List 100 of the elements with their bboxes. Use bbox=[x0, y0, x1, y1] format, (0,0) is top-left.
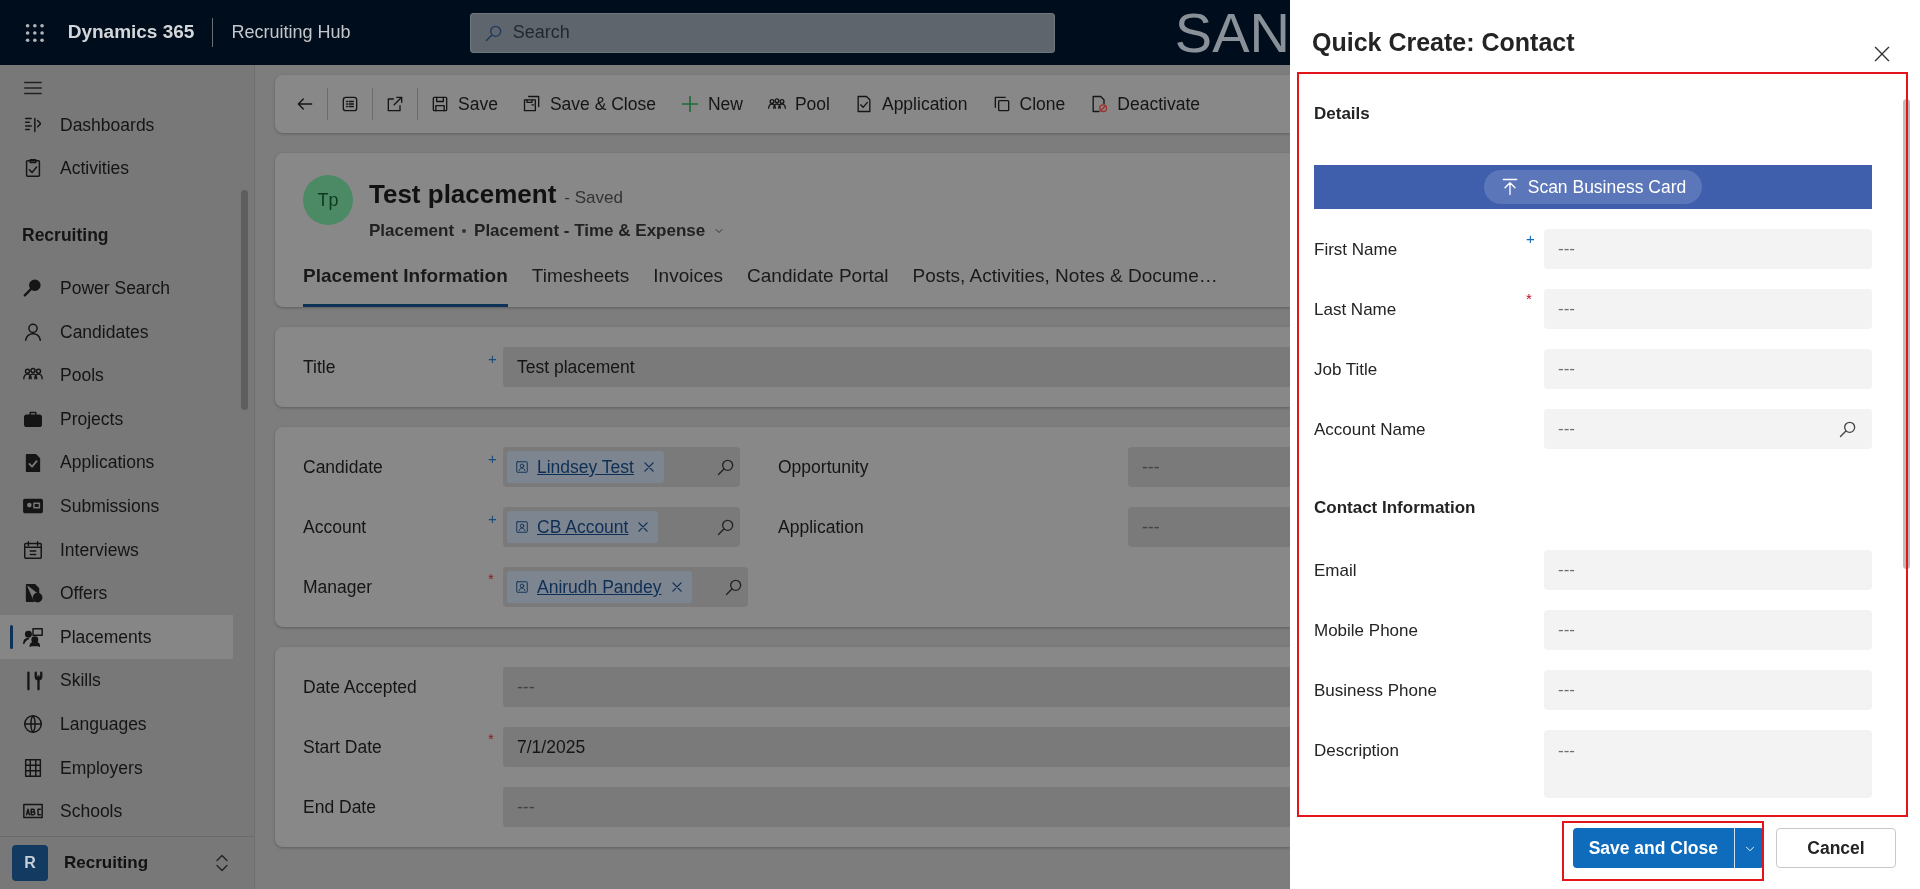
field-label: Title bbox=[303, 355, 337, 379]
form-tab[interactable]: Placement Information bbox=[303, 251, 508, 307]
text-field[interactable]: --- bbox=[1544, 348, 1872, 389]
search-icon[interactable] bbox=[716, 517, 736, 537]
section-heading: Contact Information bbox=[1314, 496, 1477, 519]
required-mark: * bbox=[488, 730, 494, 747]
lookup-field[interactable]: --- bbox=[1544, 408, 1872, 449]
deactivate-button[interactable]: Deactivate bbox=[1077, 84, 1212, 124]
floppy-disk-icon bbox=[521, 94, 542, 114]
text-field[interactable]: --- bbox=[1544, 610, 1872, 651]
app-launcher-icon[interactable] bbox=[24, 21, 46, 44]
remove-icon[interactable] bbox=[669, 580, 684, 594]
field-label: First Name bbox=[1314, 238, 1399, 261]
lookup-field[interactable]: Lindsey Test bbox=[503, 447, 740, 487]
text-field[interactable]: 7/1/2025 bbox=[503, 727, 1290, 767]
search-icon[interactable] bbox=[716, 457, 736, 477]
required-mark: * bbox=[1526, 289, 1532, 307]
nav-item[interactable]: Placements bbox=[0, 615, 233, 659]
save-status: - Saved bbox=[564, 187, 623, 209]
form-tab[interactable]: Posts, Activities, Notes & Docume… bbox=[912, 251, 1218, 307]
cancel-button[interactable]: Cancel bbox=[1776, 828, 1896, 869]
scrollbar[interactable] bbox=[1903, 99, 1910, 570]
field-label: Account Name bbox=[1314, 418, 1427, 441]
nav-item[interactable]: Schools bbox=[0, 789, 233, 834]
application-button[interactable]: Application bbox=[841, 84, 980, 124]
field-label: End Date bbox=[303, 795, 377, 819]
text-area[interactable]: --- bbox=[1544, 730, 1872, 799]
lookup-field[interactable]: --- bbox=[1128, 447, 1290, 487]
field-label: Start Date bbox=[303, 735, 383, 759]
nav-item[interactable]: Candidates bbox=[0, 310, 233, 354]
recommended-mark: + bbox=[488, 510, 497, 527]
nav-item[interactable]: Offers bbox=[0, 571, 233, 616]
nav-item[interactable]: Projects bbox=[0, 397, 233, 441]
building-icon bbox=[22, 756, 44, 779]
text-field[interactable]: --- bbox=[503, 667, 1290, 707]
field-label: Description bbox=[1314, 740, 1401, 763]
pool-button[interactable]: Pool bbox=[754, 84, 842, 124]
text-field[interactable]: --- bbox=[503, 787, 1290, 827]
app-name: Dynamics 365 bbox=[67, 18, 214, 47]
nav-item[interactable]: Interviews bbox=[0, 528, 233, 572]
remove-icon[interactable] bbox=[641, 460, 656, 474]
globe-icon bbox=[22, 713, 44, 736]
form-tab[interactable]: Candidate Portal bbox=[747, 251, 889, 307]
recommended-mark: + bbox=[488, 350, 497, 367]
field-label: Candidate bbox=[303, 455, 384, 479]
form-tab[interactable]: Timesheets bbox=[531, 251, 630, 307]
external-link-icon bbox=[385, 94, 405, 114]
field-label: Mobile Phone bbox=[1314, 620, 1419, 643]
separator-dot bbox=[462, 228, 467, 233]
record-title: Test placement bbox=[369, 178, 557, 211]
calendar-icon bbox=[22, 538, 44, 561]
nav-item[interactable]: Dashboards bbox=[0, 103, 233, 147]
list-icon bbox=[340, 94, 360, 114]
scrollbar[interactable] bbox=[241, 190, 248, 410]
area-avatar: R bbox=[12, 845, 48, 881]
record-avatar: Tp bbox=[303, 175, 353, 225]
nav-item[interactable]: Employers bbox=[0, 745, 233, 790]
field-label: Opportunity bbox=[778, 455, 870, 479]
field-label: Last Name bbox=[1314, 298, 1398, 321]
nav-item[interactable]: Power Search bbox=[0, 266, 233, 311]
search-field[interactable]: Search bbox=[469, 12, 1055, 53]
lookup-field[interactable]: CB Account bbox=[503, 507, 740, 547]
area-name: Recruiting Hub bbox=[230, 21, 352, 44]
text-field[interactable]: --- bbox=[1544, 228, 1872, 269]
new-button[interactable]: New bbox=[667, 84, 755, 124]
panel-title: Quick Create: Contact bbox=[1312, 27, 1575, 58]
remove-icon[interactable] bbox=[636, 520, 651, 534]
nav-item[interactable]: Submissions bbox=[0, 484, 233, 528]
area-switcher-label[interactable]: Recruiting bbox=[64, 850, 149, 876]
form-tab[interactable]: Invoices bbox=[653, 251, 724, 307]
search-icon[interactable] bbox=[724, 577, 744, 597]
nav-item[interactable]: Activities bbox=[0, 146, 233, 191]
nav-item[interactable]: Skills bbox=[0, 658, 233, 703]
environment-label: SAN bbox=[1174, 4, 1290, 61]
nav-item[interactable]: Languages bbox=[0, 702, 233, 746]
save-and-close-button[interactable]: Save & Close bbox=[509, 84, 668, 124]
contact-card-icon bbox=[515, 520, 529, 534]
text-field[interactable]: --- bbox=[1544, 670, 1872, 711]
contact-card-icon bbox=[515, 460, 529, 474]
recommended-mark: + bbox=[488, 450, 497, 467]
field-label: Email bbox=[1314, 560, 1358, 583]
nav-item[interactable]: Pools bbox=[0, 353, 233, 398]
text-field[interactable]: --- bbox=[1544, 550, 1872, 591]
nav-item[interactable]: Applications bbox=[0, 440, 233, 485]
field-label: Job Title bbox=[1314, 358, 1379, 381]
save-button[interactable]: Save bbox=[418, 84, 510, 124]
save-and-close-button[interactable]: Save and Close bbox=[1572, 828, 1734, 869]
text-field[interactable]: --- bbox=[1544, 288, 1872, 329]
nav-group-heading: Recruiting bbox=[21, 224, 110, 248]
lookup-field[interactable]: Anirudh Pandey bbox=[503, 567, 748, 607]
save-options-button[interactable] bbox=[1734, 828, 1764, 869]
scan-business-card-button[interactable]: Scan Business Card bbox=[1483, 169, 1703, 204]
form-selector[interactable]: Placement - Time & Expense bbox=[474, 218, 706, 244]
recommended-mark: + bbox=[1526, 229, 1535, 247]
section-heading: Details bbox=[1314, 103, 1371, 126]
clone-button[interactable]: Clone bbox=[979, 84, 1078, 124]
text-field[interactable]: Test placement bbox=[503, 347, 1290, 387]
lookup-field[interactable]: --- bbox=[1128, 507, 1290, 547]
field-label: Manager bbox=[303, 575, 374, 599]
plus-icon bbox=[679, 94, 700, 114]
